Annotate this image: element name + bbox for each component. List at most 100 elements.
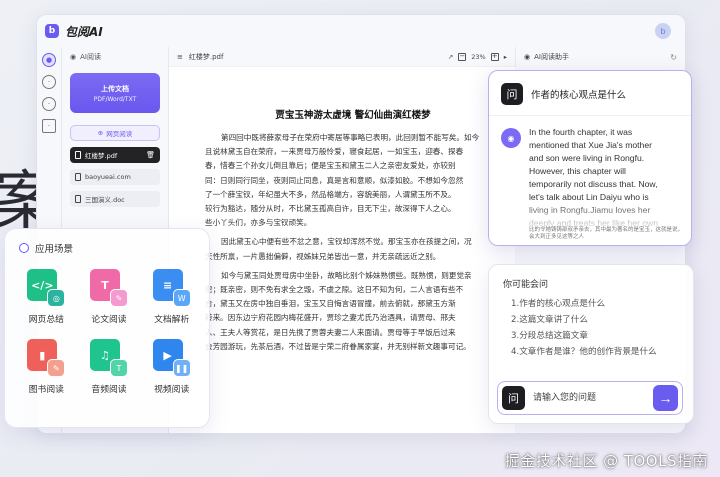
document-line: 较行为豁达，随分从时，不比黛玉孤高自许，目无下尘，故深得下人之心。 [205,204,456,214]
scenario-item[interactable]: ▶ ❚❚ 视频阅读 [140,339,203,395]
suggested-question[interactable]: 1.作者的核心观点是什么 [489,296,693,312]
scenario-label: 图书阅读 [28,385,64,395]
upload-label: 上传文档 [101,84,129,93]
user-avatar[interactable]: b [655,23,671,39]
audio-reading-icon: ♫ T [89,339,128,377]
scenario-label: 论文阅读 [91,315,127,325]
scenario-label: 网页总结 [28,315,64,325]
ai-reading-icon[interactable]: ● [42,53,56,67]
document-file-label: 红楼梦.pdf [188,52,224,61]
document-line: 第四回中既将薛家母子在荣府中寄居等事略已表明，此回则暂不能写矣。如今 [221,133,480,142]
tile-badge-glyph: ✎ [47,359,66,377]
upload-formats: PDF/Word/TXT [93,95,137,103]
scenario-label: 文档解析 [154,315,190,325]
globe-icon: ⊕ [97,129,104,137]
document-line: 些小丫头们，亦多与宝钗顽笑。 [205,218,312,228]
refresh-icon[interactable]: ↻ [670,53,677,62]
sidebar-header: ◉ AI阅读 [62,47,168,67]
paper-reading-icon: T ✎ [89,269,128,307]
document-line: 人、王夫人等赏花，是日先携了贾蓉夫妻二人来面请。贾母等于早饭后过来 [205,327,456,337]
zoom-in-button[interactable]: + [490,52,499,61]
trash-icon[interactable]: 🗑 [146,151,155,159]
question-input-bar: 问 → [497,381,683,415]
web-summary-icon: </> ◎ [27,269,66,307]
document-icon [75,151,81,159]
input-avatar: 问 [502,386,526,410]
document-line: 如今与黛玉同处贾母房中坐卧，故略比别个姊妹熟惯些。既熟惯，则更觉亲 [221,270,472,280]
send-button[interactable]: → [653,385,678,411]
clock-icon[interactable]: · [42,75,56,89]
question-avatar: 问 [501,83,523,105]
zoom-level: 23% [471,52,486,61]
web-read-label: 网页阅读 [106,130,133,138]
tile-badge-glyph: T [109,359,128,377]
scenario-item[interactable]: </> ◎ 网页总结 [15,269,78,325]
suggested-questions-title: 你可能会问 [503,280,549,290]
file-item-sanguo[interactable]: 三国演义.doc [70,191,160,207]
zoom-out-button[interactable]: − [458,52,467,61]
document-icon [75,195,81,203]
file-item-baoyueai[interactable]: baoyueai.com [70,169,160,185]
scenarios-title: 应用场景 [35,244,74,255]
document-body: 第四回中既将薛家母子在荣府中寄居等事略已表明，此回则暂不能写矣。如今且说林黛玉自… [205,131,501,354]
scenarios-card: 应用场景 </> ◎ 网页总结 T ✎ 论文阅读 ≡ W 文档解析 ▮ ✎ 图书阅读 ♫ T 音频阅读 ▶ ❚❚… [4,228,210,428]
document-title: 贾宝玉神游太虚境 警幻仙曲演红楼梦 [275,110,431,121]
scenarios-header: 应用场景 [5,229,209,255]
document-line: 且说林黛玉自在荣府，一来贾母万般怜爱，寝食起居，一如宝玉，迎春、探春 [205,147,464,157]
arrow-right-icon: → [658,390,673,406]
scenario-label: 音频阅读 [91,385,127,395]
scenario-item[interactable]: ▮ ✎ 图书阅读 [15,339,78,395]
document-line: 会芳园游玩，先茶后酒，不过皆是宁荣二府眷属家宴，并无别样新文趣事可记。 [205,341,471,351]
document-line: 因此黛玉心中便有些不忿之意，宝钗却浑然不觉。那宝玉亦在孩提之间，况 [221,237,472,247]
scenario-item[interactable]: T ✎ 论文阅读 [78,269,141,325]
document-area: ≡ 红楼梦.pdf ↗ − 23% + ▸ 贾宝玉神游太虚境 警幻仙曲演红楼梦 … [169,47,515,433]
title-bar: b 包阅AI b [37,15,685,47]
app-logo-icon: b [45,24,59,38]
document-paragraph: 第四回中既将薛家母子在荣府中寄居等事略已表明，此回则暂不能写矣。如今且说林黛玉自… [205,131,501,230]
suggested-question[interactable]: 2.这篇文章讲了什么 [489,312,693,328]
document-line: 转来。因东边宁府花园内梅花盛开，贾珍之妻尤氏乃治酒具，请贾母、邢夫 [205,313,456,323]
web-read-button[interactable]: ⊕ 网页阅读 [70,125,160,141]
history-icon[interactable]: · [42,97,56,111]
document-line: 春，惜春三个孙女儿倒且靠后；便是宝玉和黛玉二人之亲密友爱处，亦较别 [205,161,456,171]
app-name: 包阅AI [65,24,103,39]
upload-document-button[interactable]: 上传文档 PDF/Word/TXT [70,73,160,113]
document-line: 合，黛玉又在房中独自垂泪，宝玉又自悔言语冒撞，前去俯就，那黛玉方渐 [205,299,456,309]
tile-badge-glyph: W [172,289,191,307]
eye-icon: ◉ [70,53,77,61]
document-paragraph: 因此黛玉心中便有些不忿之意，宝钗却浑然不觉。那宝玉亦在孩提之间，况 天性所禀，一片… [205,235,501,263]
suggested-question[interactable]: 3.分段总结这篇文章 [489,328,693,344]
ai-assistant-label: AI阅读助手 [534,53,569,61]
question-text: 作者的核心观点是什么 [531,90,627,101]
book-reading-icon: ▮ ✎ [27,339,66,377]
scenario-item[interactable]: ♫ T 音频阅读 [78,339,141,395]
file-item-hongloumeng[interactable]: 红楼梦.pdf 🗑 [70,147,160,163]
menu-icon[interactable]: ≡ [177,53,183,61]
file-name: 三国演义.doc [85,196,125,204]
file-name: baoyueai.com [85,173,131,181]
watermark: 掘金技术社区 @ TOOLS指南 [504,452,708,470]
video-reading-icon: ▶ ❚❚ [152,339,191,377]
file-name: 红楼梦.pdf [85,152,118,160]
document-line: 密；既亲密，则不免有求全之毁，不虞之隙。这日不知为何，二人言语有些不 [205,285,464,295]
document-icon [75,173,81,181]
chat-card: 问 作者的核心观点是什么 ◉ In the fourth chapter, it… [488,70,692,246]
sidebar-header-label: AI阅读 [80,53,101,61]
answer-tail-text: 比的令她铸铸部叔矛亲去，其中最为著名的是宝玉，这就是说，会大到正多见这等之人 [529,227,684,240]
document-line: 同：日则同行同坐，夜则同止同息，真是言和意顺，似漆如胶。不想如今忽然 [205,175,464,185]
document-page: 贾宝玉神游太虚境 警幻仙曲演红楼梦 第四回中既将薛家母子在荣府中寄居等事略已表明… [181,73,515,433]
tile-badge-glyph: ✎ [109,289,128,307]
external-link-icon[interactable]: ↗ [448,53,453,61]
eye-icon: ◉ [524,53,531,61]
scenario-item[interactable]: ≡ W 文档解析 [140,269,203,325]
suggested-question[interactable]: 4.文章作者是谁？他的创作背景是什么 [489,344,693,360]
document-paragraph: 如今与黛玉同处贾母房中坐卧，故略比别个姊妹熟惯些。既熟惯，则更觉亲密；既亲密，则… [205,269,501,354]
document-toolbar: ≡ 红楼梦.pdf ↗ − 23% + ▸ [169,47,515,67]
question-input[interactable] [533,386,654,410]
scenarios-grid: </> ◎ 网页总结 T ✎ 论文阅读 ≡ W 文档解析 ▮ ✎ 图书阅读 ♫ T 音频阅读 ▶ ❚❚ 视频阅读 [15,269,203,395]
fullscreen-icon[interactable]: ▸ [504,53,507,61]
image-icon[interactable]: · [42,119,56,133]
document-line: 了一个薛宝钗，年纪虽大不多，然品格端方，容貌美丽，人谓黛玉所不及。 [205,189,456,199]
settings-icon [19,243,29,253]
ai-assistant-header: ◉ AI阅读助手 ↻ [515,47,685,67]
